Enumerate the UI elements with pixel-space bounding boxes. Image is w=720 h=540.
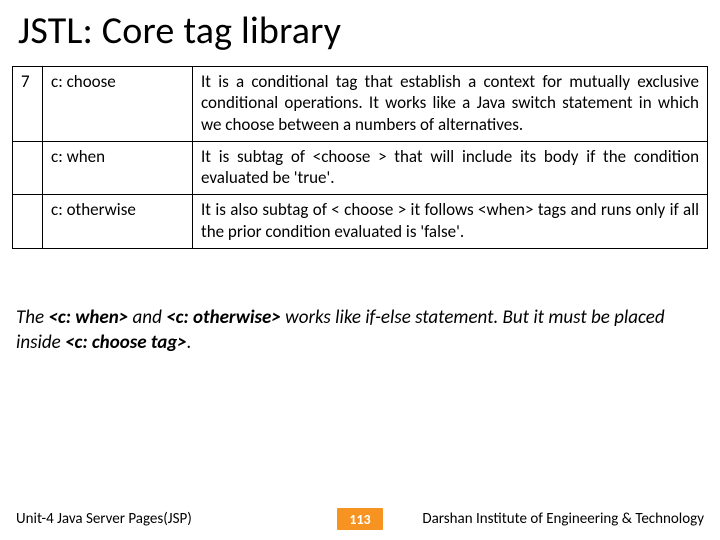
row-tag: c: when (43, 141, 193, 195)
tag-table-wrap: 7 c: choose It is a conditional tag that… (0, 66, 720, 249)
caption-bold: <c: otherwise> (166, 306, 281, 329)
tag-table: 7 c: choose It is a conditional tag that… (12, 66, 708, 249)
row-desc: It is also subtag of < choose > it follo… (193, 195, 708, 249)
slide: JSTL: Core tag library 7 c: choose It is… (0, 0, 720, 540)
caption-bold: <c: when> (48, 306, 128, 329)
table-row: c: otherwise It is also subtag of < choo… (13, 195, 708, 249)
footer-left: Unit-4 Java Server Pages(JSP) (16, 510, 337, 528)
caption-segment: and (128, 306, 166, 329)
footer-right: Darshan Institute of Engineering & Techn… (383, 510, 704, 528)
caption-text: The <c: when> and <c: otherwise> works l… (0, 305, 720, 356)
caption-segment: . (187, 331, 192, 354)
row-number (13, 195, 43, 249)
row-tag: c: choose (43, 67, 193, 142)
table-row: c: when It is subtag of <choose > that w… (13, 141, 708, 195)
footer: Unit-4 Java Server Pages(JSP) 113 Darsha… (0, 508, 720, 530)
caption-bold: <c: choose tag> (65, 331, 187, 354)
footer-page: 113 (337, 508, 383, 530)
caption-segment: The (16, 306, 48, 329)
row-tag: c: otherwise (43, 195, 193, 249)
row-number (13, 141, 43, 195)
table-row: 7 c: choose It is a conditional tag that… (13, 67, 708, 142)
row-number: 7 (13, 67, 43, 142)
row-desc: It is subtag of <choose > that will incl… (193, 141, 708, 195)
row-desc: It is a conditional tag that establish a… (193, 67, 708, 142)
page-title: JSTL: Core tag library (0, 0, 720, 66)
